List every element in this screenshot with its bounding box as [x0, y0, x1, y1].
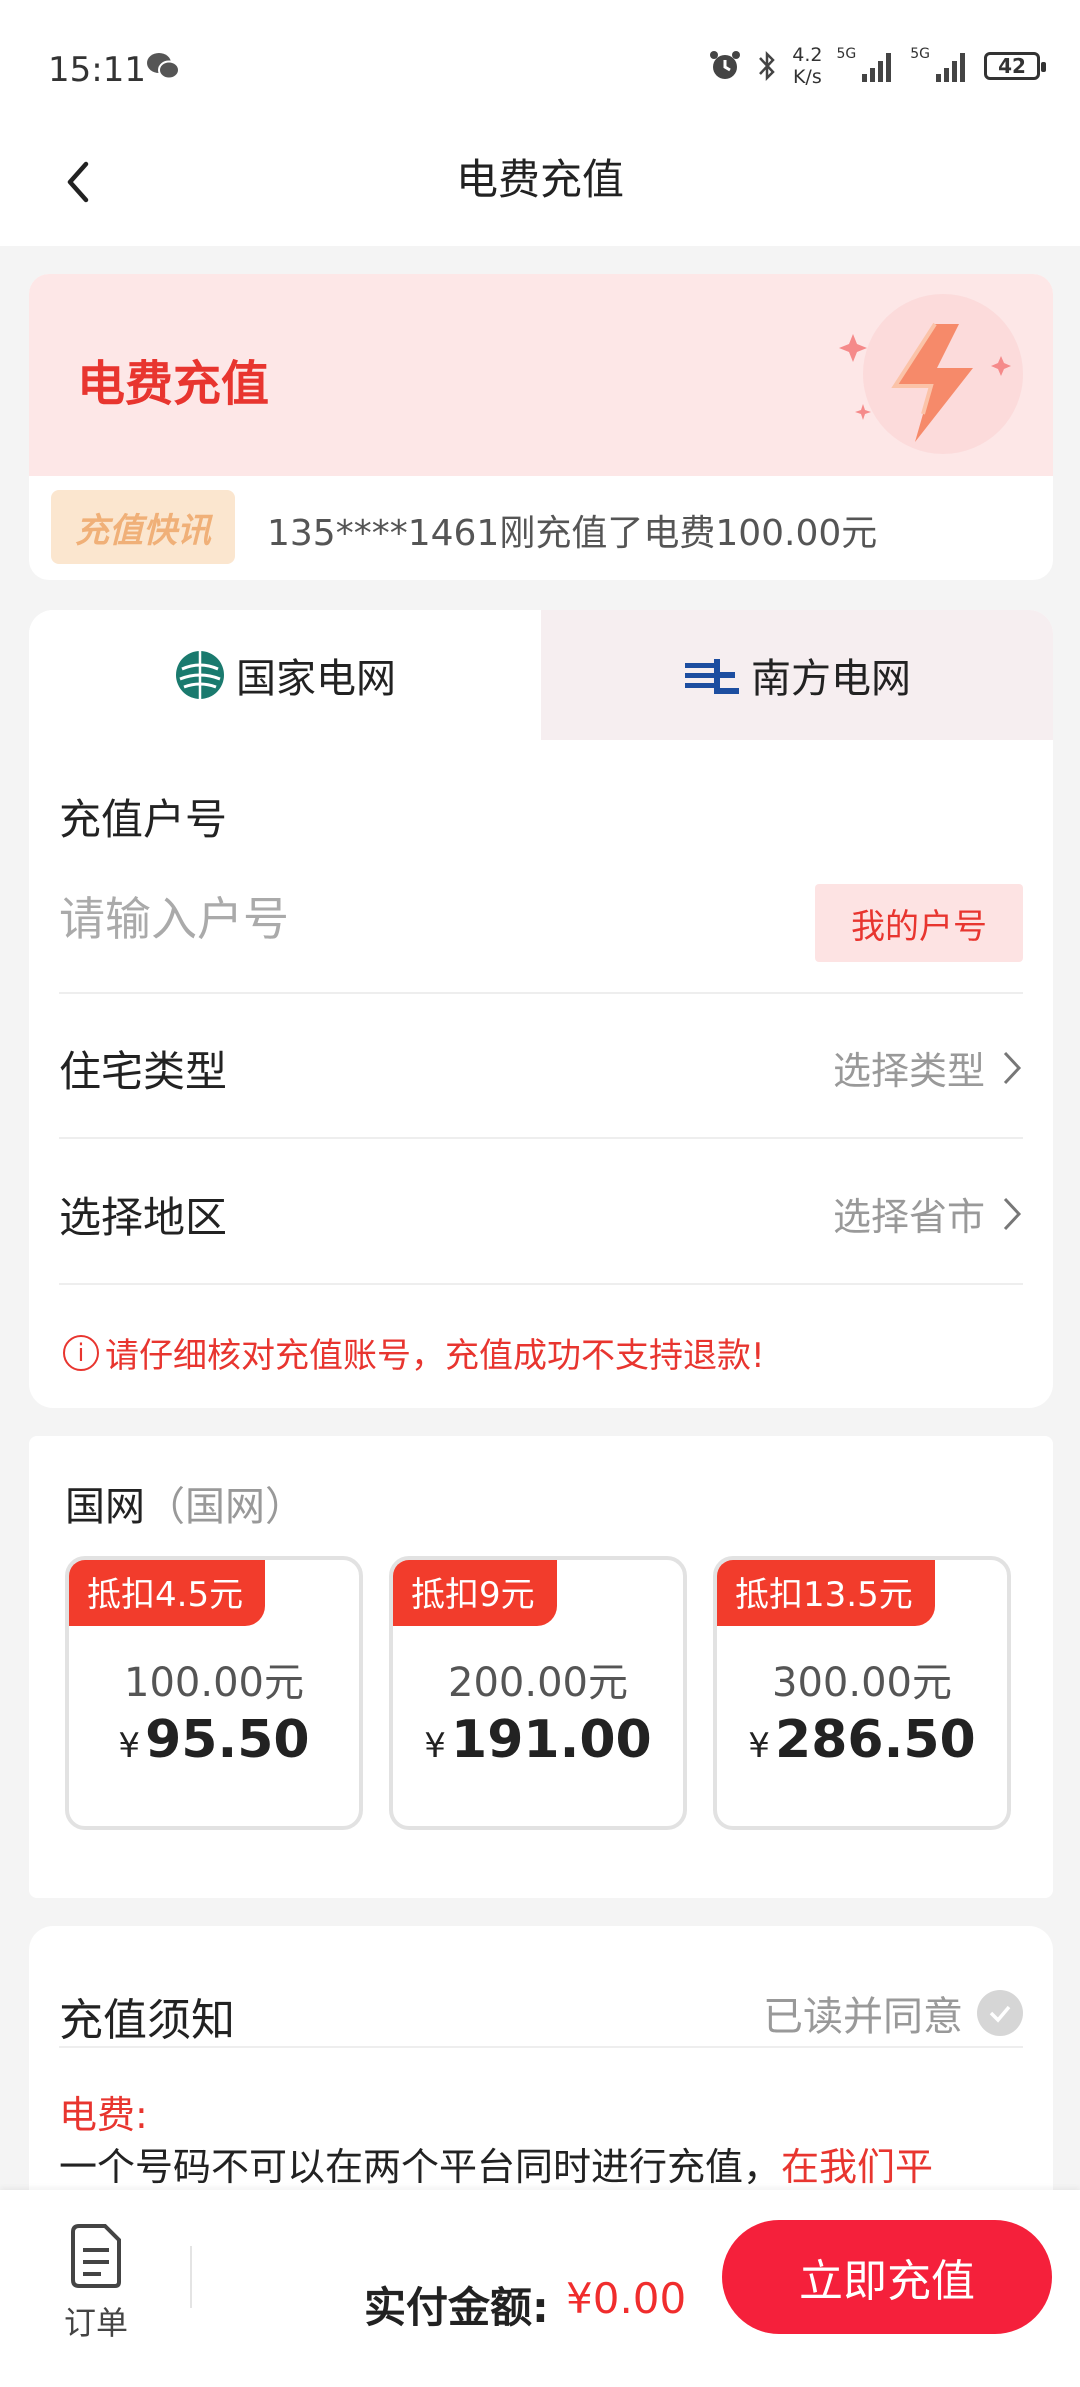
- divider: [59, 992, 1023, 994]
- account-label: 充值户号: [59, 795, 228, 844]
- signal-label-2: 5G: [910, 46, 930, 62]
- price-option[interactable]: 抵扣4.5元 100.00元 ¥ 95.50: [65, 1556, 363, 1830]
- wechat-icon: [147, 53, 180, 80]
- battery-icon: 42: [984, 52, 1046, 80]
- account-input[interactable]: [59, 884, 759, 954]
- total-amount: ¥0.00: [566, 2274, 687, 2323]
- lightning-icon: [839, 294, 1023, 454]
- banner-card: 电费充值 充值快讯 135****1461刚充值了电费100.00元: [29, 274, 1053, 580]
- face-value: 200.00元: [448, 1660, 628, 1706]
- region-label: 选择地区: [59, 1193, 228, 1242]
- order-button[interactable]: 订单: [56, 2220, 136, 2344]
- order-document-icon: [71, 2224, 121, 2288]
- recharge-form-card: 国家电网 南方电网 充值户号 我的户号 住宅类型 选择类型 选择地区 选择省市: [29, 610, 1053, 1408]
- tab-state-grid[interactable]: 国家电网: [29, 610, 541, 740]
- page-title: 电费充值: [455, 155, 624, 204]
- news-row: 充值快讯 135****1461刚充值了电费100.00元: [29, 476, 1053, 580]
- news-text: 135****1461刚充值了电费100.00元: [267, 513, 878, 554]
- order-label: 订单: [63, 2304, 128, 2342]
- discount-tag: 抵扣13.5元: [717, 1560, 935, 1626]
- agree-label: 已读并同意: [763, 1994, 963, 2040]
- network-speed: 4.2 K/s: [792, 44, 823, 88]
- pay-amount: ¥ 286.50: [748, 1710, 976, 1770]
- status-time: 15:11: [48, 50, 146, 90]
- notice-body: 一个号码不可以在两个平台同时进行充值，在我们平: [59, 2145, 934, 2189]
- southern-grid-logo-icon: [685, 659, 739, 694]
- refund-warning: i 请仔细核对充值账号，充值成功不支持退款!: [63, 1328, 765, 1377]
- divider: [190, 2246, 192, 2308]
- discount-tag: 抵扣4.5元: [69, 1560, 266, 1626]
- pay-amount: ¥ 95.50: [118, 1710, 310, 1770]
- tab-southern-grid[interactable]: 南方电网: [541, 610, 1053, 740]
- state-grid-logo-icon: [176, 651, 224, 699]
- notice-subtitle: 电费:: [59, 2093, 148, 2137]
- grid-tabs: 国家电网 南方电网: [29, 610, 1053, 740]
- face-value: 100.00元: [124, 1660, 304, 1706]
- my-account-button[interactable]: 我的户号: [815, 884, 1023, 962]
- face-value: 300.00元: [772, 1660, 952, 1706]
- divider: [59, 2046, 1023, 2048]
- house-type-value: 选择类型: [832, 1049, 985, 1093]
- price-options-card: 国网（国网） 抵扣4.5元 100.00元 ¥ 95.50 抵扣9元 200.0…: [29, 1436, 1053, 1898]
- refund-warning-text: 请仔细核对充值账号，充值成功不支持退款!: [105, 1336, 765, 1376]
- divider: [59, 1137, 1023, 1139]
- notice-title: 充值须知: [59, 1995, 235, 2046]
- divider: [59, 1283, 1023, 1285]
- recharge-now-button[interactable]: 立即充值: [722, 2220, 1052, 2334]
- tab-southern-grid-label: 南方电网: [751, 656, 911, 702]
- discount-tag: 抵扣9元: [393, 1560, 557, 1626]
- price-option[interactable]: 抵扣13.5元 300.00元 ¥ 286.50: [713, 1556, 1011, 1830]
- pay-amount: ¥ 191.00: [424, 1710, 652, 1770]
- total-label: 实付金额:: [364, 2283, 549, 2332]
- price-section-title: 国网（国网）: [65, 1484, 305, 1530]
- agree-checkbox[interactable]: 已读并同意: [763, 1984, 1023, 2042]
- alarm-icon: [710, 51, 741, 79]
- region-selector[interactable]: 选择省市: [833, 1186, 1023, 1241]
- chevron-right-icon: [1003, 1197, 1022, 1230]
- house-type-selector[interactable]: 选择类型: [833, 1040, 1023, 1095]
- banner: 电费充值: [29, 274, 1053, 476]
- bluetooth-icon: [759, 50, 775, 82]
- banner-title: 电费充值: [77, 356, 270, 412]
- bottom-bar: 订单 实付金额: ¥0.00 立即充值: [0, 2190, 1080, 2387]
- status-icons: 4.2 K/s 5G 5G 42: [708, 44, 1046, 88]
- price-option[interactable]: 抵扣9元 200.00元 ¥ 191.00: [389, 1556, 687, 1830]
- signal-icon-1: [862, 53, 892, 82]
- region-value: 选择省市: [832, 1195, 985, 1239]
- signal-label-1: 5G: [836, 46, 857, 62]
- tab-state-grid-label: 国家电网: [236, 656, 396, 702]
- check-circle-icon: [977, 1990, 1023, 2036]
- info-icon: i: [63, 1334, 99, 1371]
- chevron-right-icon: [1003, 1051, 1022, 1084]
- news-badge: 充值快讯: [51, 490, 235, 564]
- signal-icon-2: [936, 53, 965, 82]
- house-type-label: 住宅类型: [59, 1047, 228, 1096]
- header: 电费充值: [0, 130, 1080, 246]
- status-bar: 15:11 4.2 K/s 5G 5G 42: [0, 0, 1080, 130]
